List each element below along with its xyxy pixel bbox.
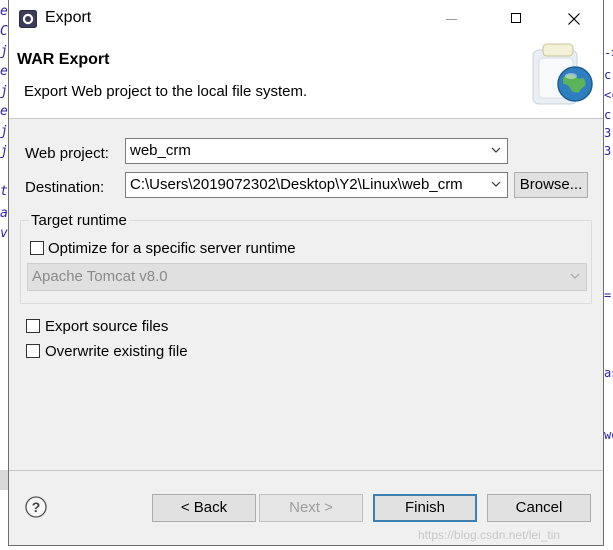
editor-glyph: t — [0, 184, 8, 199]
title-bar[interactable]: Export — [9, 0, 603, 38]
server-runtime-select[interactable]: Apache Tomcat v8.0 — [27, 263, 587, 291]
eclipse-app-icon — [19, 10, 37, 28]
next-button[interactable]: Next > — [259, 494, 363, 522]
wizard-header: WAR Export Export Web project to the loc… — [9, 38, 603, 119]
background-strip — [0, 470, 8, 490]
editor-glyph: C — [0, 24, 8, 39]
editor-glyph: = — [604, 288, 612, 302]
back-button[interactable]: < Back — [152, 494, 256, 522]
target-runtime-group — [20, 220, 592, 304]
editor-glyph: 3 — [604, 126, 612, 140]
svg-text:?: ? — [32, 499, 41, 515]
editor-glyph: a — [0, 206, 8, 221]
editor-glyph: e — [0, 64, 8, 79]
chevron-down-icon — [570, 273, 580, 279]
chevron-down-icon — [491, 181, 501, 187]
web-project-value: web_crm — [130, 142, 191, 159]
window-title: Export — [45, 9, 92, 26]
editor-glyph: j — [0, 144, 8, 159]
editor-glyph: e — [0, 104, 8, 119]
editor-glyph: v — [0, 226, 8, 241]
destination-value: C:\Users\2019072302\Desktop\Y2\Linux\web… — [130, 176, 463, 193]
war-export-globe-icon — [532, 43, 593, 105]
page-title: WAR Export — [17, 51, 110, 68]
finish-button[interactable]: Finish — [373, 494, 477, 522]
editor-glyph: -> — [604, 46, 613, 60]
page-description: Export Web project to the local file sys… — [24, 83, 308, 100]
minimize-button[interactable] — [429, 0, 475, 38]
help-icon[interactable]: ? — [25, 496, 47, 518]
footer-separator — [9, 470, 603, 471]
editor-glyph: j — [0, 84, 8, 99]
close-icon — [568, 13, 580, 25]
target-runtime-label: Target runtime — [29, 212, 129, 229]
chevron-down-icon — [491, 147, 501, 153]
optimize-runtime-checkbox[interactable] — [30, 241, 44, 255]
destination-label: Destination: — [25, 179, 105, 196]
editor-glyph: c: — [604, 68, 613, 82]
cancel-button[interactable]: Cancel — [487, 494, 591, 522]
editor-glyph: wo — [604, 428, 613, 442]
editor-glyph: e — [0, 4, 8, 19]
destination-combo[interactable]: C:\Users\2019072302\Desktop\Y2\Linux\web… — [125, 172, 508, 198]
editor-glyph: c: — [604, 108, 613, 122]
background-editor-left: e C j e j e j j t a v — [0, 0, 8, 550]
overwrite-existing-checkbox[interactable] — [26, 344, 40, 358]
web-project-combo[interactable]: web_crm — [125, 138, 508, 164]
maximize-button[interactable] — [494, 0, 540, 38]
watermark: https://blog.csdn.net/lei_tin — [418, 528, 561, 542]
web-project-label: Web project: — [25, 145, 109, 162]
optimize-runtime-label: Optimize for a specific server runtime — [48, 240, 296, 257]
export-source-checkbox[interactable] — [26, 319, 40, 333]
export-source-label: Export source files — [45, 318, 169, 335]
editor-glyph: <c — [604, 88, 613, 102]
overwrite-existing-label: Overwrite existing file — [45, 343, 188, 360]
browse-button[interactable]: Browse... — [514, 172, 588, 198]
editor-glyph: j — [0, 124, 8, 139]
editor-glyph: 3 — [604, 144, 612, 158]
export-dialog: Export WAR Export Export Web project to … — [8, 0, 604, 546]
editor-glyph: as — [604, 366, 613, 380]
server-runtime-value: Apache Tomcat v8.0 — [32, 268, 168, 285]
editor-glyph: j — [0, 44, 8, 59]
close-button[interactable] — [552, 0, 598, 38]
background-editor-right: -> c: <c c: 3 3 = as wo — [604, 0, 613, 550]
